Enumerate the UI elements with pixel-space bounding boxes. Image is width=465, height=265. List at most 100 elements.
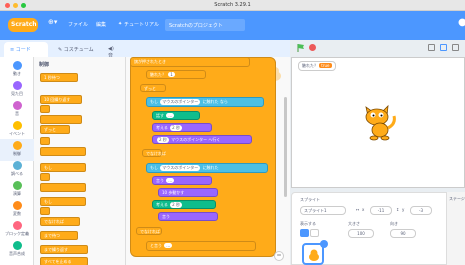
looks-icon (12, 81, 22, 90)
menu-edit[interactable]: 編集 (96, 21, 106, 28)
window-titlebar: Scratch 3.29.1 (0, 0, 465, 11)
tab-sounds[interactable]: ◀) 音 (102, 42, 124, 59)
palette-block[interactable]: 1 秒待つ (40, 73, 78, 82)
value-oval[interactable]: 1 (168, 72, 175, 77)
palette-block-end[interactable] (40, 183, 86, 192)
value-oval[interactable]: … (166, 178, 175, 183)
category-operators[interactable]: 演算 (0, 179, 34, 201)
palette-block-arm (40, 105, 50, 113)
show-visible-icon[interactable] (300, 229, 309, 237)
palette-block[interactable]: もし (40, 163, 86, 172)
sprite-info-panel: スプライト スプライト1 ↔ x -11 ↕ y -3 表示する 大きさ 100… (291, 192, 465, 265)
palette-block-end[interactable] (40, 115, 82, 124)
stage-side-panel: ステージ (446, 192, 465, 265)
events-icon (12, 121, 22, 130)
block-palette: 制御 1 秒待つ 10 回繰り返す ずっと もし もし でなければ まで待つ ま… (34, 57, 126, 265)
operators-icon (12, 181, 22, 190)
palette-block[interactable]: もし (40, 197, 86, 206)
category-looks[interactable]: 見た目 (0, 79, 34, 101)
menu-bar: Scratch ⊕▾ ファイル 編集 ✦ チュートリアル Scratchのプロジ… (0, 11, 465, 40)
else-label: でなければ (142, 149, 166, 157)
variable-monitor: 触れた？ true (298, 61, 336, 71)
tab-code[interactable]: ≡ コード (4, 42, 48, 57)
palette-block[interactable]: まで繰り返す (40, 245, 88, 254)
speaker-icon: ◀) (108, 46, 114, 52)
cat-sprite-icon[interactable] (360, 104, 400, 142)
workspace-block[interactable]: 旗が押されたとき (130, 57, 250, 67)
speech-block[interactable]: 考える 2 秒 (152, 200, 216, 209)
tab-costumes[interactable]: ✎ コスチューム (52, 42, 100, 57)
motion-icon (12, 61, 22, 70)
cat-thumbnail-icon (309, 249, 319, 261)
tutorials-icon[interactable]: ✦ (118, 21, 122, 27)
looks-block[interactable]: 10 歩動かす (158, 188, 218, 197)
category-variables[interactable]: 変数 (0, 199, 34, 221)
category-motion[interactable]: 動き (0, 59, 34, 81)
zoom-reset-icon[interactable]: = (274, 251, 284, 261)
palette-heading: 制御 (39, 62, 50, 68)
category-sensing[interactable]: 調べる (0, 159, 34, 181)
my-blocks-icon (12, 221, 22, 230)
text-to-speech-icon (12, 241, 22, 250)
delete-sprite-icon[interactable] (320, 240, 328, 248)
small-stage-icon[interactable] (428, 44, 435, 51)
scratch-logo-icon: Scratch (11, 21, 37, 28)
category-menu: 動き 見た目 音 イベント 制御 調べる 演算 変数 ブロック定義 音声合成 (0, 57, 34, 265)
looks-block[interactable]: 考える 2 秒 (152, 123, 212, 132)
palette-block-arm (40, 207, 50, 215)
globe-icon[interactable]: ⊕▾ (48, 18, 57, 26)
stage[interactable]: 触れた？ true (291, 57, 465, 188)
workspace-block[interactable]: 触れた？ 1 (146, 70, 206, 79)
palette-block[interactable]: 10 回繰り返す (40, 95, 82, 104)
window-title: Scratch 3.29.1 (214, 2, 251, 8)
menu-file[interactable]: ファイル (68, 21, 88, 28)
palette-block[interactable]: でなければ (40, 217, 80, 226)
fullscreen-icon[interactable] (452, 44, 459, 51)
speech-block[interactable]: 話す … (152, 111, 200, 120)
stage-header (290, 40, 465, 57)
green-flag-icon[interactable] (296, 43, 306, 53)
sound-icon (12, 101, 22, 110)
category-control[interactable]: 制御 (0, 139, 34, 161)
palette-block-arm (40, 137, 50, 145)
category-text-to-speech[interactable]: 音声合成 (0, 239, 34, 261)
show-hidden-icon[interactable] (310, 229, 319, 237)
category-events[interactable]: イベント (0, 119, 34, 141)
palette-block[interactable]: まで待つ (40, 231, 78, 240)
workspace-block[interactable]: ずっと (140, 84, 166, 92)
stop-icon[interactable] (309, 44, 316, 51)
account-icon[interactable]: ● (458, 17, 465, 28)
palette-block-end[interactable] (40, 147, 86, 156)
looks-block[interactable]: 言う (158, 212, 218, 221)
sensing-block[interactable]: もし マウスのポインター に触れた (146, 163, 268, 173)
sprite-thumbnail[interactable] (302, 240, 328, 265)
looks-block[interactable]: 言う … (152, 176, 212, 185)
large-stage-icon[interactable] (440, 44, 447, 51)
menu-tutorials[interactable]: チュートリアル (124, 21, 159, 28)
control-icon (12, 141, 22, 150)
palette-block-arm (40, 173, 50, 181)
category-my-blocks[interactable]: ブロック定義 (0, 219, 34, 241)
y-position-input[interactable]: -3 (410, 206, 432, 215)
sensing-icon (12, 161, 22, 170)
variables-icon (12, 201, 22, 210)
value-oval[interactable]: … (164, 243, 173, 248)
direction-input[interactable]: 90 (390, 229, 416, 238)
x-arrows-icon: ↔ (356, 207, 360, 212)
code-workspace[interactable]: 旗が押されたとき 触れた？ 1 ずっと もし マウスのポインター に触れた なら… (126, 57, 290, 265)
x-position-input[interactable]: -11 (370, 206, 392, 215)
palette-block[interactable]: ずっと (40, 125, 70, 134)
y-arrows-icon: ↕ (396, 207, 400, 212)
workspace-block[interactable]: と言う … (146, 241, 256, 251)
workspace-scrollbar[interactable] (284, 97, 287, 197)
project-name-input[interactable]: Scratchのプロジェクト (165, 19, 245, 31)
category-sound[interactable]: 音 (0, 99, 34, 121)
else-label: でなければ (136, 227, 162, 235)
sprite-name-input[interactable]: スプライト1 (300, 206, 346, 215)
palette-block[interactable]: すべてを止める (40, 257, 88, 265)
sensing-block[interactable]: もし マウスのポインター に触れた なら (146, 97, 264, 107)
value-oval[interactable]: … (166, 113, 175, 118)
size-input[interactable]: 100 (348, 229, 374, 238)
looks-block[interactable]: 2 秒 マウスのポインター へ行く (152, 135, 252, 144)
scratch-logo[interactable]: Scratch (8, 18, 38, 32)
